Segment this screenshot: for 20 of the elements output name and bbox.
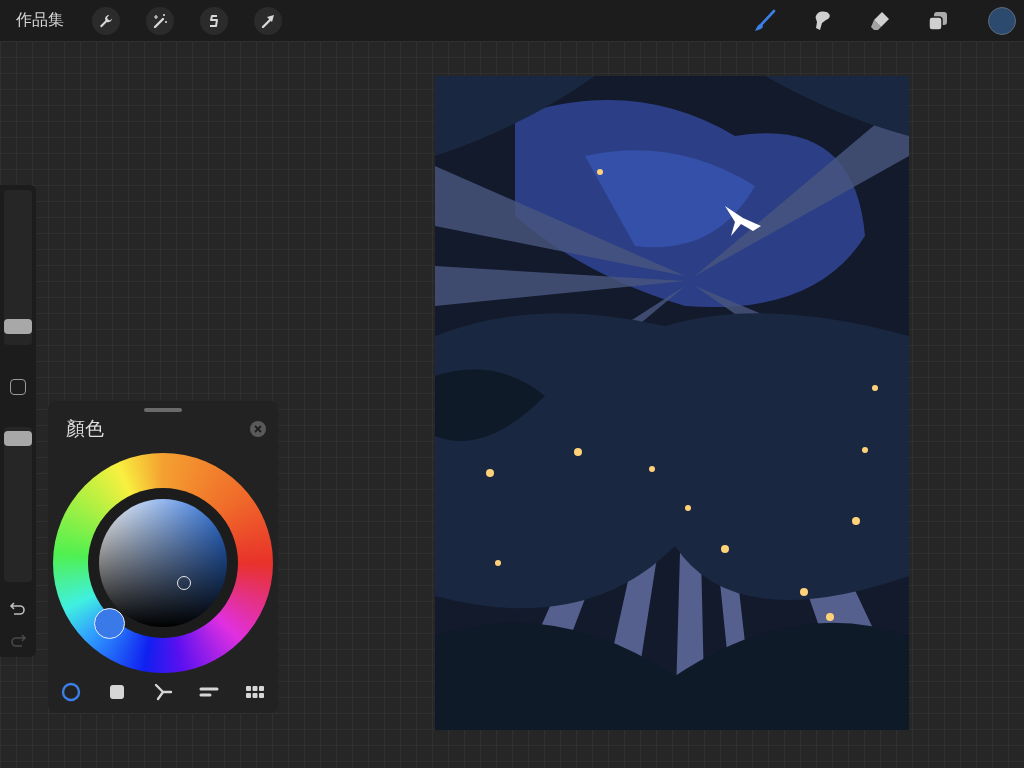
close-button[interactable]	[250, 421, 266, 437]
gallery-link[interactable]: 作品集	[16, 10, 64, 31]
hue-marker[interactable]	[94, 608, 125, 639]
color-swatch[interactable]	[988, 6, 1016, 35]
modify-button[interactable]	[10, 379, 26, 395]
toolbar-button[interactable]	[146, 6, 174, 35]
toolbar-button[interactable]	[200, 6, 228, 35]
paintbrush-icon	[752, 8, 776, 33]
toolbar-button[interactable]	[92, 6, 120, 35]
saturation-disc[interactable]	[99, 499, 227, 627]
panel-title: 顏色	[66, 416, 104, 441]
slider-track[interactable]	[4, 427, 32, 582]
mode-tab[interactable]	[152, 681, 174, 703]
toolbar-button[interactable]	[254, 6, 282, 35]
slider-track[interactable]	[4, 190, 32, 345]
magic-wand-icon	[151, 11, 169, 30]
slider-thumb[interactable]	[4, 431, 32, 447]
close-icon	[253, 424, 263, 434]
slider-thumb[interactable]	[4, 318, 32, 334]
drag-handle[interactable]	[144, 408, 182, 412]
